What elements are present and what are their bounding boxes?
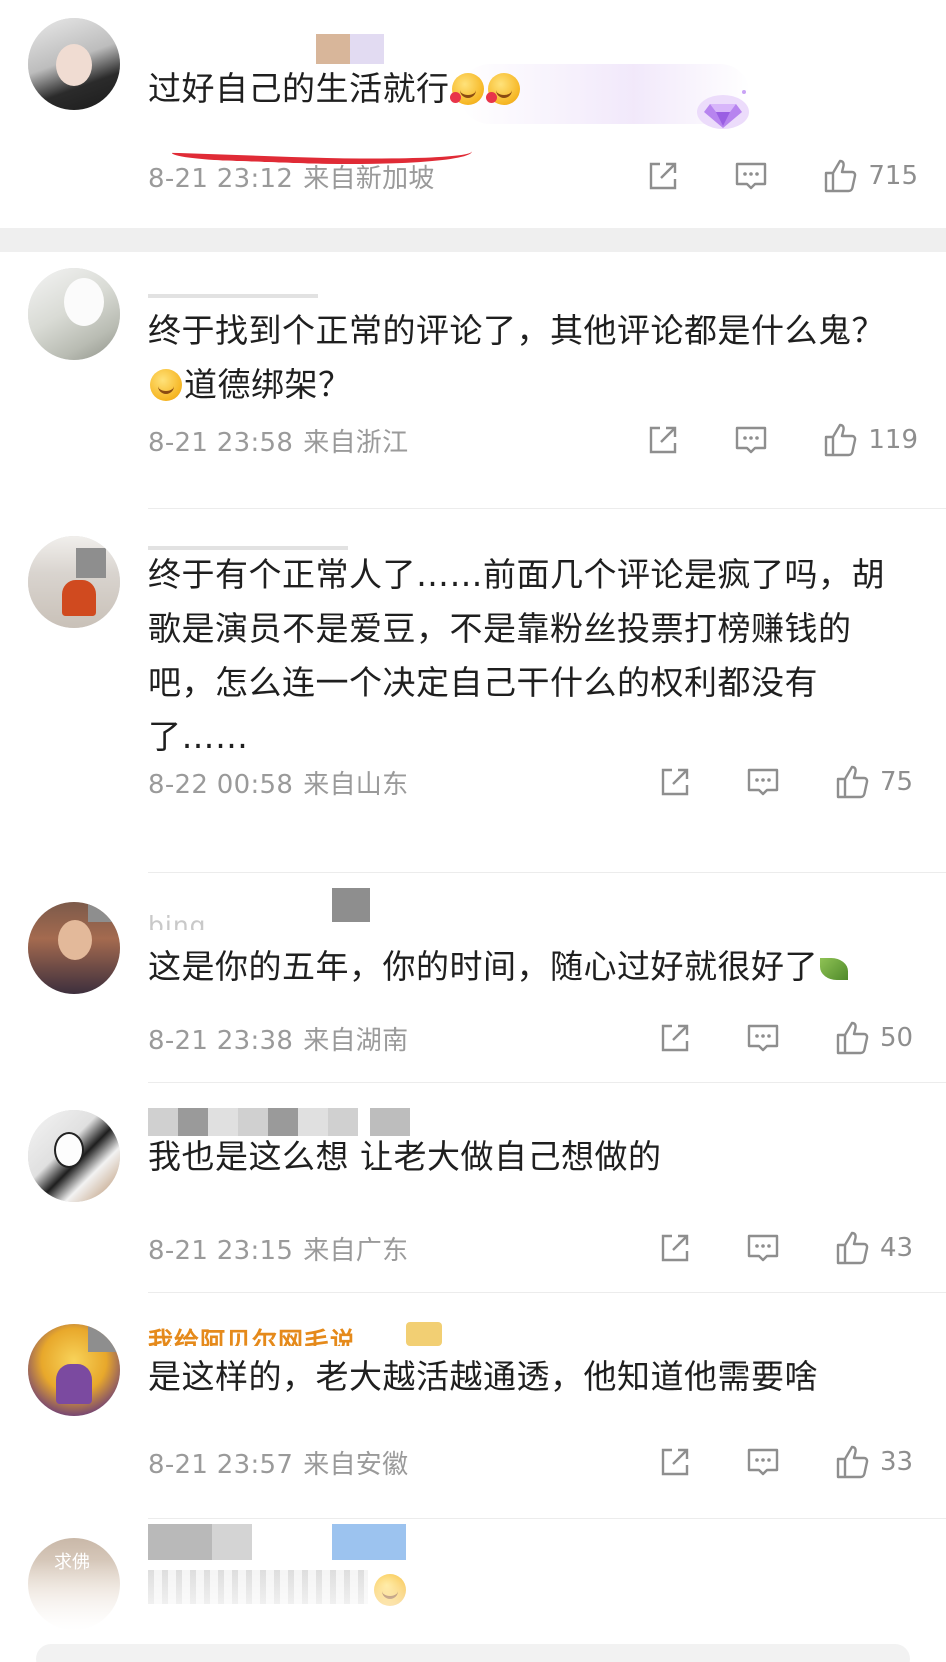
- share-icon[interactable]: [658, 1445, 692, 1479]
- comment-item: 过好自己的生活就行 8-21 23:12 来自新加坡 715: [0, 0, 946, 228]
- username-mosaic: [332, 1524, 406, 1560]
- like-count: 33: [880, 1447, 914, 1477]
- comment-meta: 8-21 23:12 来自新加坡: [148, 158, 435, 195]
- comment-meta: 8-21 23:38 来自湖南: [148, 1020, 408, 1057]
- thumbs-up-icon: [825, 423, 857, 457]
- username-mosaic: [212, 1524, 252, 1560]
- username-blurred: [148, 276, 318, 300]
- comment-icon[interactable]: [734, 159, 768, 193]
- comment-icon[interactable]: [734, 423, 768, 457]
- comment-text: 我也是这么想 让老大做自己想做的: [148, 1137, 662, 1176]
- comment-time: 8-22 00:58: [148, 770, 294, 800]
- comment-meta: 8-22 00:58 来自山东: [148, 764, 408, 801]
- vip-badge: [406, 1322, 442, 1346]
- gem-badge-icon: [697, 90, 749, 129]
- like-button[interactable]: 75: [834, 764, 918, 800]
- thumbs-up-icon: [836, 1445, 869, 1479]
- comment-time: 8-21 23:58: [148, 428, 294, 458]
- comment-meta: 8-21 23:58 来自浙江: [148, 422, 408, 459]
- comment-icon[interactable]: [746, 1445, 780, 1479]
- username-mosaic: [148, 1524, 212, 1560]
- heart-face-emoji-icon: [485, 73, 520, 105]
- comment-meta: 8-21 23:15 来自广东: [148, 1230, 408, 1267]
- username-mosaic: [350, 34, 384, 64]
- comment-meta: 8-21 23:57 来自安徽: [148, 1444, 408, 1481]
- thumbs-up-icon: [825, 159, 857, 193]
- comment-divider: [148, 872, 946, 873]
- thumbs-up-icon: [836, 765, 869, 799]
- like-count: 50: [880, 1023, 914, 1053]
- username-mosaic: [332, 888, 370, 922]
- comment-icon[interactable]: [746, 1021, 780, 1055]
- comment-text: 终于找到个正常的评论了，其他评论都是什么鬼？道德绑架？: [148, 311, 885, 404]
- comment-item: bing 这是你的五年，你的时间，随心过好就很好了 8-21 23:38 来自湖南…: [0, 884, 946, 1084]
- comment-item: 终于找到个正常的评论了，其他评论都是什么鬼？道德绑架？ 8-21 23:58 来自…: [0, 252, 946, 509]
- comment-input-bar[interactable]: [36, 1644, 910, 1662]
- comment-time: 8-21 23:12: [148, 164, 294, 194]
- comment-item: 我也是这么想 让老大做自己想做的 8-21 23:15 来自广东 43: [0, 1092, 946, 1293]
- comment-divider: [148, 1518, 946, 1519]
- comment-icon[interactable]: [746, 1231, 780, 1265]
- comment-divider: [148, 1292, 946, 1293]
- share-icon[interactable]: [658, 1021, 692, 1055]
- comment-location: 来自安徽: [303, 1450, 409, 1480]
- like-count: 75: [880, 767, 914, 797]
- comment-actions: 33: [604, 1442, 918, 1482]
- thumbs-up-icon: [836, 1021, 869, 1055]
- comment-item: 终于有个正常人了……前面几个评论是疯了吗，胡歌是演员不是爱豆，不是靠粉丝投票打榜…: [0, 508, 946, 873]
- avatar[interactable]: [28, 902, 120, 994]
- like-button[interactable]: 119: [822, 422, 918, 458]
- thumbs-up-icon: [836, 1231, 869, 1265]
- share-icon[interactable]: [658, 765, 692, 799]
- comment-time: 8-21 23:15: [148, 1236, 294, 1266]
- like-button[interactable]: 33: [834, 1444, 918, 1480]
- like-count: 43: [880, 1233, 914, 1263]
- avatar[interactable]: [28, 1324, 120, 1416]
- avatar[interactable]: [28, 18, 120, 110]
- comment-time: 8-21 23:38: [148, 1026, 294, 1056]
- section-divider: [0, 228, 946, 252]
- comment-text: 这是你的五年，你的时间，随心过好就很好了: [148, 940, 906, 994]
- username-mosaic: [316, 34, 350, 64]
- comment-location: 来自湖南: [303, 1026, 409, 1056]
- heart-face-emoji-icon: [449, 73, 484, 105]
- like-count: 119: [868, 425, 918, 455]
- comment-location: 来自新加坡: [303, 164, 435, 194]
- comment-time: 8-21 23:57: [148, 1450, 294, 1480]
- like-button[interactable]: 715: [822, 158, 918, 194]
- comment-icon[interactable]: [746, 765, 780, 799]
- share-icon[interactable]: [646, 423, 680, 457]
- avatar[interactable]: [28, 1110, 120, 1202]
- avatar[interactable]: [28, 536, 120, 628]
- comment-actions: 75: [604, 762, 918, 802]
- comment-location: 来自广东: [303, 1236, 409, 1266]
- comment-text: 是这样的，老大越活越通透，他知道他需要啥: [148, 1357, 818, 1396]
- comment-divider: [148, 1082, 946, 1083]
- comment-location: 来自山东: [303, 770, 409, 800]
- username: 我给阿贝尔网毛说: [148, 1327, 357, 1346]
- thinking-face-emoji-icon: [150, 369, 182, 401]
- avatar[interactable]: [28, 268, 120, 360]
- comment-actions: 43: [604, 1228, 918, 1268]
- comment-text: 过好自己的生活就行: [148, 62, 906, 116]
- leaf-emoji-icon: [820, 958, 848, 980]
- share-icon[interactable]: [658, 1231, 692, 1265]
- comment-text: 终于有个正常人了……前面几个评论是疯了吗，胡歌是演员不是爱豆，不是靠粉丝投票打榜…: [148, 555, 885, 756]
- share-icon[interactable]: [646, 159, 680, 193]
- comment-actions: 715: [592, 156, 918, 196]
- comment-item: 我给阿贝尔网毛说 是这样的，老大越活越通透，他知道他需要啥 8-21 23:57…: [0, 1300, 946, 1519]
- like-button[interactable]: 43: [834, 1230, 918, 1266]
- like-button[interactable]: 50: [834, 1020, 918, 1056]
- comment-actions: 50: [604, 1018, 918, 1058]
- comment-actions: 119: [592, 420, 918, 460]
- like-count: 715: [868, 161, 918, 191]
- comment-location: 来自浙江: [303, 428, 409, 458]
- username: bing: [148, 911, 207, 930]
